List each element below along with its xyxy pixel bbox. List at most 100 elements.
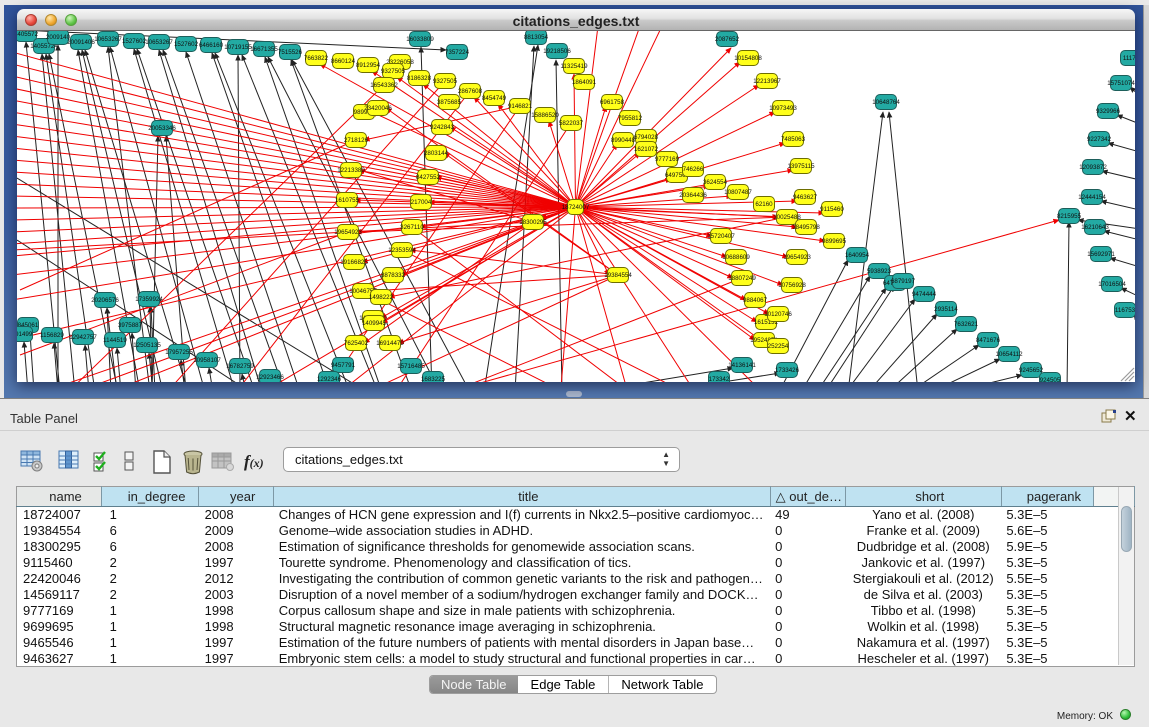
- svg-text:19166825: 19166825: [340, 259, 368, 266]
- svg-text:9146821: 9146821: [508, 103, 533, 110]
- svg-text:217004: 217004: [411, 199, 432, 206]
- svg-text:8454749: 8454749: [482, 95, 507, 102]
- svg-text:16671355: 16671355: [250, 46, 278, 53]
- svg-text:13975115: 13975115: [787, 163, 815, 170]
- svg-text:1527602: 1527602: [122, 38, 147, 45]
- svg-text:10120746: 10120746: [764, 311, 792, 318]
- svg-text:924505: 924505: [1040, 377, 1061, 382]
- svg-text:7515526: 7515526: [278, 49, 303, 56]
- svg-text:9463627: 9463627: [793, 194, 818, 201]
- svg-text:9242843: 9242843: [430, 124, 455, 131]
- svg-text:6466160: 6466160: [199, 42, 224, 49]
- svg-text:8427552: 8427552: [416, 174, 441, 181]
- svg-text:19218506: 19218506: [543, 48, 571, 55]
- svg-text:252254: 252254: [768, 343, 789, 350]
- svg-text:10648764: 10648764: [872, 99, 900, 106]
- svg-text:11171: 11171: [1123, 55, 1135, 62]
- svg-text:17957255: 17957255: [165, 349, 193, 356]
- svg-text:1144519: 1144519: [103, 337, 127, 344]
- svg-text:746266: 746266: [683, 166, 704, 173]
- svg-text:1733426: 1733426: [775, 367, 800, 374]
- svg-text:8878332: 8878332: [381, 272, 406, 279]
- svg-text:9329966: 9329966: [1096, 108, 1121, 115]
- svg-text:5822037: 5822037: [559, 120, 584, 127]
- svg-text:19654923: 19654923: [334, 229, 362, 236]
- svg-text:12923466: 12923466: [256, 374, 284, 381]
- svg-text:12942757: 12942757: [69, 334, 97, 341]
- svg-text:10654112: 10654112: [995, 351, 1023, 358]
- svg-text:2867608: 2867608: [458, 88, 483, 95]
- svg-text:9227342: 9227342: [1087, 136, 1112, 143]
- svg-text:8912954: 8912954: [356, 62, 381, 69]
- svg-text:10756928: 10756928: [778, 282, 806, 289]
- svg-text:2935114: 2935114: [934, 306, 958, 313]
- svg-text:11325419: 11325419: [560, 63, 588, 70]
- svg-text:1621072: 1621072: [634, 146, 659, 153]
- svg-text:9245652: 9245652: [1019, 367, 1044, 374]
- svg-text:17016504: 17016504: [1098, 281, 1126, 288]
- svg-text:12444154: 12444154: [1078, 194, 1106, 201]
- svg-text:20053346: 20053346: [148, 125, 176, 132]
- svg-text:3267110: 3267110: [400, 224, 424, 231]
- svg-text:9327505: 9327505: [381, 68, 406, 75]
- svg-text:20091406: 20091406: [67, 39, 95, 46]
- svg-text:12213967: 12213967: [753, 78, 781, 85]
- svg-text:7632621: 7632621: [954, 321, 979, 328]
- svg-text:7485063: 7485063: [781, 136, 806, 143]
- svg-text:391499: 391499: [17, 331, 33, 338]
- svg-text:3875685: 3875685: [437, 99, 462, 106]
- svg-text:15886520: 15886520: [531, 112, 559, 119]
- svg-text:12093872: 12093872: [1079, 164, 1107, 171]
- svg-text:3975887: 3975887: [118, 322, 143, 329]
- svg-text:9474444: 9474444: [912, 291, 937, 298]
- svg-text:3624554: 3624554: [703, 179, 728, 186]
- svg-text:2087652: 2087652: [715, 36, 740, 43]
- svg-text:7357224: 7357224: [445, 49, 470, 56]
- svg-text:6879197: 6879197: [891, 278, 916, 285]
- svg-text:16914479: 16914479: [376, 340, 404, 347]
- svg-text:9899695: 9899695: [822, 238, 847, 245]
- svg-text:18300295: 18300295: [519, 219, 547, 226]
- svg-text:62160: 62160: [755, 201, 773, 208]
- svg-text:6794028: 6794028: [634, 134, 659, 141]
- svg-text:2718126: 2718126: [344, 137, 369, 144]
- svg-text:1409945: 1409945: [362, 320, 387, 327]
- svg-text:8215955: 8215955: [1057, 213, 1082, 220]
- svg-text:10653267: 10653267: [145, 39, 173, 46]
- svg-text:9457791: 9457791: [331, 362, 356, 369]
- svg-text:18807249: 18807249: [728, 275, 756, 282]
- svg-text:12505135: 12505135: [133, 342, 161, 349]
- svg-text:14136141: 14136141: [728, 362, 756, 369]
- svg-text:18724007: 18724007: [562, 204, 590, 211]
- svg-text:16782759: 16782759: [226, 363, 254, 370]
- svg-text:116753: 116753: [1115, 307, 1135, 314]
- svg-text:16033809: 16033809: [406, 36, 434, 43]
- svg-text:19654923: 19654923: [783, 254, 811, 261]
- svg-text:10154808: 10154808: [734, 55, 762, 62]
- svg-text:1640954: 1640954: [845, 252, 870, 259]
- svg-text:20206576: 20206576: [91, 297, 119, 304]
- svg-text:10688609: 10688609: [722, 254, 750, 261]
- svg-text:10973493: 10973493: [769, 105, 797, 112]
- svg-text:19384554: 19384554: [604, 272, 632, 279]
- svg-text:18495798: 18495798: [792, 224, 820, 231]
- svg-text:20364436: 20364436: [679, 192, 707, 199]
- svg-text:1610755: 1610755: [335, 197, 360, 204]
- svg-text:5938923: 5938923: [867, 268, 892, 275]
- svg-text:6961758: 6961758: [600, 99, 625, 106]
- svg-text:8813054: 8813054: [524, 34, 549, 41]
- svg-text:1405572: 1405572: [17, 31, 39, 38]
- svg-text:10653267: 10653267: [94, 36, 122, 43]
- svg-text:8186328: 8186328: [407, 75, 432, 82]
- svg-text:12353594: 12353594: [388, 247, 416, 254]
- svg-text:8471676: 8471676: [976, 337, 1001, 344]
- svg-text:1498222: 1498222: [369, 294, 394, 301]
- svg-text:17359924: 17359924: [135, 296, 163, 303]
- svg-text:173342: 173342: [709, 376, 730, 382]
- svg-text:7955812: 7955812: [618, 115, 643, 122]
- svg-text:1527602: 1527602: [174, 41, 199, 48]
- svg-text:10958107: 10958107: [193, 357, 221, 364]
- svg-text:7663822: 7663822: [304, 55, 329, 62]
- svg-text:12213389: 12213389: [337, 167, 365, 174]
- svg-text:9115460: 9115460: [820, 206, 844, 213]
